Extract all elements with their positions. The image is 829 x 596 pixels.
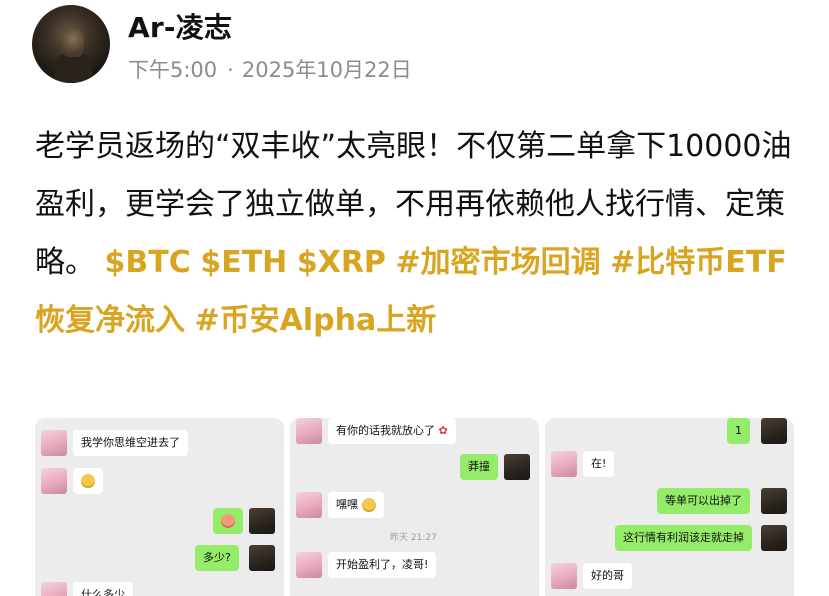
avatar-figure-head <box>62 27 84 57</box>
chat-bubble-received: 开始盈利了，凌哥! <box>328 552 437 578</box>
chat-screenshot-3[interactable]: 1 在! 等单可以出掉了 这行情有利润该走就走掉 好的哥 <box>545 418 794 596</box>
smile-emoji-icon <box>361 498 376 512</box>
chat-timestamp: 昨天 21:27 <box>390 533 437 543</box>
cashtag-eth[interactable]: $ETH <box>200 245 287 280</box>
post-content: 老学员返场的“双丰收”太亮眼！不仅第二单拿下10000油盈利，更学会了独立做单，… <box>35 118 805 350</box>
chat-bubble-received: 在! <box>583 451 615 477</box>
chat-screenshot-2[interactable]: 有你的话我就放心了 ✿ 莽撞 嘿嘿 昨天 21:27 开始盈利了，凌哥! <box>290 418 539 596</box>
chat-bubble-sent: 这行情有利润该走就走掉 <box>615 525 752 551</box>
chat-bubble-received: 好的哥 <box>583 563 632 589</box>
self-avatar <box>761 525 787 551</box>
author-name[interactable]: Ar-凌志 <box>128 6 232 46</box>
contact-avatar <box>296 492 322 518</box>
rose-emoji-icon: ✿ <box>438 424 448 437</box>
chat-bubble-sent <box>213 508 243 534</box>
chat-bubble-received: 有你的话我就放心了 ✿ <box>328 418 456 444</box>
contact-avatar <box>296 418 322 444</box>
grin-emoji-icon <box>221 514 235 528</box>
post-date: 2025年10月22日 <box>241 58 412 82</box>
chat-bubble-sent: 等单可以出掉了 <box>657 488 750 514</box>
post-meta: 下午5:00 · 2025年10月22日 <box>128 54 412 84</box>
chat-bubble-received: 嘿嘿 <box>328 492 384 518</box>
self-avatar <box>249 508 275 534</box>
self-avatar <box>761 488 787 514</box>
chat-bubble-received <box>73 468 103 494</box>
hashtag-crypto-pullback[interactable]: #加密市场回调 <box>395 245 600 280</box>
chat-bubble-text: 嘿嘿 <box>336 498 358 511</box>
contact-avatar <box>296 552 322 578</box>
self-avatar <box>761 418 787 444</box>
self-avatar <box>504 454 530 480</box>
meta-separator: · <box>227 58 234 82</box>
cashtag-btc[interactable]: $BTC <box>105 245 191 280</box>
contact-avatar <box>41 430 67 456</box>
contact-avatar <box>551 563 577 589</box>
cashtag-xrp[interactable]: $XRP <box>297 245 386 280</box>
self-avatar <box>249 545 275 571</box>
avatar-figure-body <box>54 53 92 83</box>
chat-bubble-received: 什么多少 <box>73 582 133 596</box>
chat-bubble-sent: 莽撞 <box>460 454 498 480</box>
chat-bubble-received: 我学你思维空进去了 <box>73 430 188 456</box>
author-avatar[interactable] <box>32 5 110 83</box>
chat-bubble-sent: 1 <box>727 418 750 444</box>
hashtag-binance-alpha[interactable]: #币安Alpha上新 <box>195 303 437 338</box>
contact-avatar <box>41 468 67 494</box>
chat-screenshot-1[interactable]: 我学你思维空进去了 多少? 什么多少 <box>35 418 284 596</box>
contact-avatar <box>551 451 577 477</box>
chat-bubble-sent: 多少? <box>195 545 239 571</box>
chat-bubble-text: 有你的话我就放心了 <box>336 424 435 437</box>
post-time: 下午5:00 <box>128 58 218 82</box>
smile-emoji-icon <box>81 474 95 488</box>
contact-avatar <box>41 582 67 596</box>
